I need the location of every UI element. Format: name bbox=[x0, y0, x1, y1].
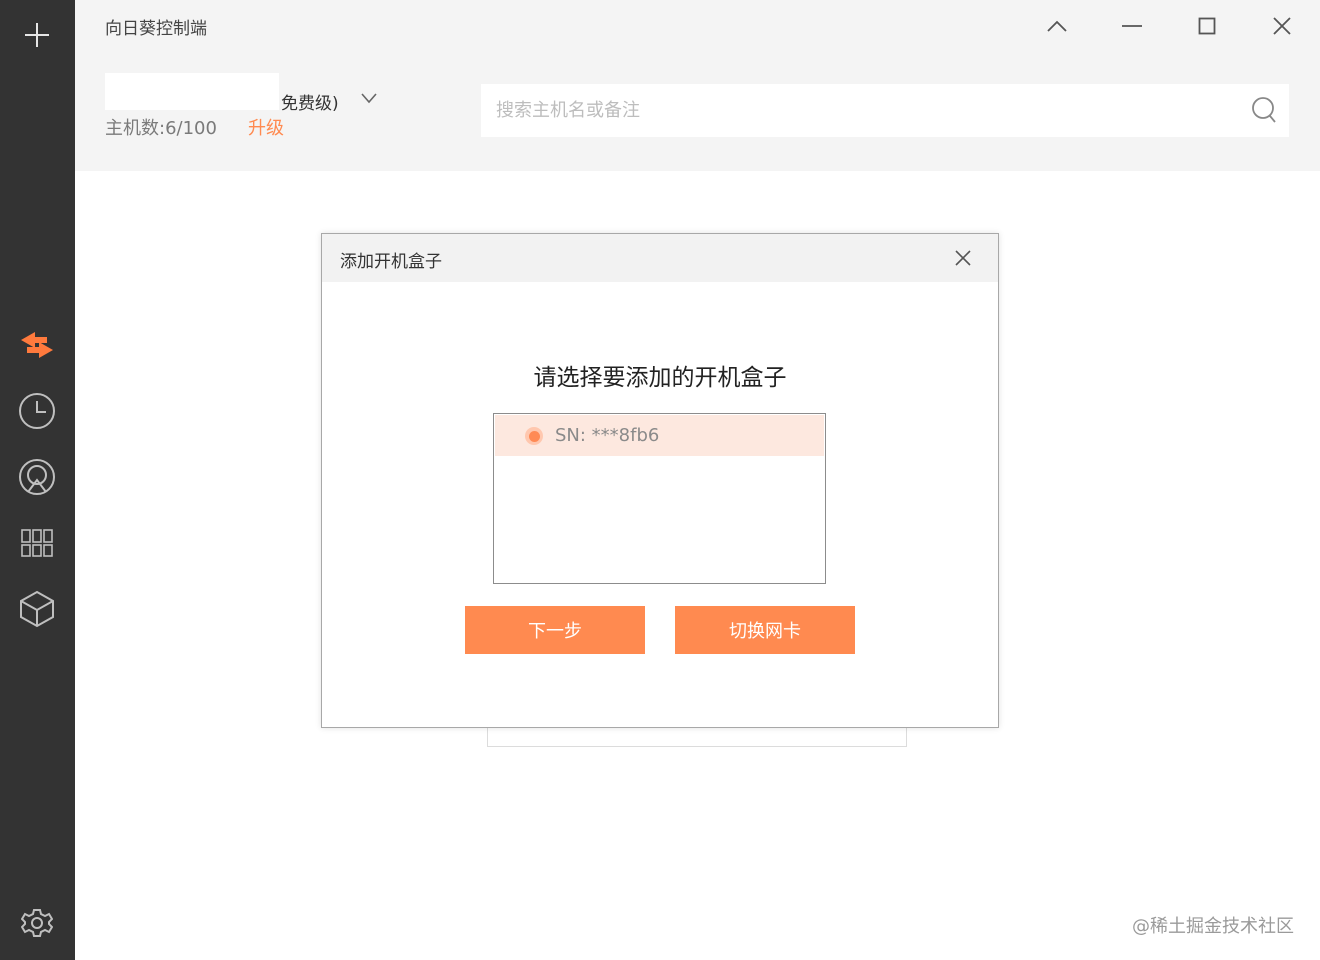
switch-nic-button[interactable]: 切换网卡 bbox=[675, 606, 855, 654]
next-step-button[interactable]: 下一步 bbox=[465, 606, 645, 654]
discovery-icon[interactable] bbox=[16, 456, 58, 498]
search-icon[interactable] bbox=[1249, 95, 1279, 125]
dialog-heading: 请选择要添加的开机盒子 bbox=[533, 365, 787, 391]
apps-grid-icon[interactable] bbox=[16, 522, 58, 564]
host-count: 主机数:6/100 bbox=[105, 118, 217, 139]
dialog-close-icon[interactable] bbox=[950, 245, 976, 271]
boot-box-list: SN: ***8fb6 bbox=[493, 413, 826, 584]
dialog-header: 添加开机盒子 bbox=[322, 234, 998, 282]
device-box-icon[interactable] bbox=[16, 588, 58, 630]
app-title: 向日葵控制端 bbox=[105, 19, 207, 39]
add-plus-icon[interactable] bbox=[16, 14, 58, 56]
radio-selected-icon[interactable] bbox=[525, 427, 543, 445]
minimize-icon[interactable] bbox=[1114, 8, 1150, 44]
account-name-field bbox=[105, 73, 279, 110]
close-icon[interactable] bbox=[1264, 8, 1300, 44]
radio-dot bbox=[528, 430, 540, 442]
sidebar bbox=[0, 0, 75, 960]
search-input[interactable] bbox=[481, 84, 1241, 137]
boot-box-label: SN: ***8fb6 bbox=[555, 425, 660, 446]
upgrade-link[interactable]: 升级 bbox=[248, 114, 284, 140]
collapse-chevron-up-icon[interactable] bbox=[1039, 8, 1075, 44]
search-box bbox=[481, 84, 1289, 137]
account-tier: 免费级) bbox=[281, 94, 339, 114]
add-boot-box-dialog: 添加开机盒子 请选择要添加的开机盒子 SN: ***8fb6 下一步 切换网卡 bbox=[321, 233, 999, 728]
boot-box-item[interactable]: SN: ***8fb6 bbox=[495, 415, 824, 456]
watermark: @稀土掘金技术社区 bbox=[1132, 916, 1294, 937]
header: 向日葵控制端 免费级) 主机数:6/100 升级 bbox=[75, 0, 1320, 171]
history-clock-icon[interactable] bbox=[16, 390, 58, 432]
account-chevron-down-icon[interactable] bbox=[357, 87, 381, 109]
settings-gear-icon[interactable] bbox=[16, 902, 58, 944]
maximize-icon[interactable] bbox=[1189, 8, 1225, 44]
dialog-title: 添加开机盒子 bbox=[340, 252, 442, 272]
remote-control-icon[interactable] bbox=[16, 324, 58, 366]
